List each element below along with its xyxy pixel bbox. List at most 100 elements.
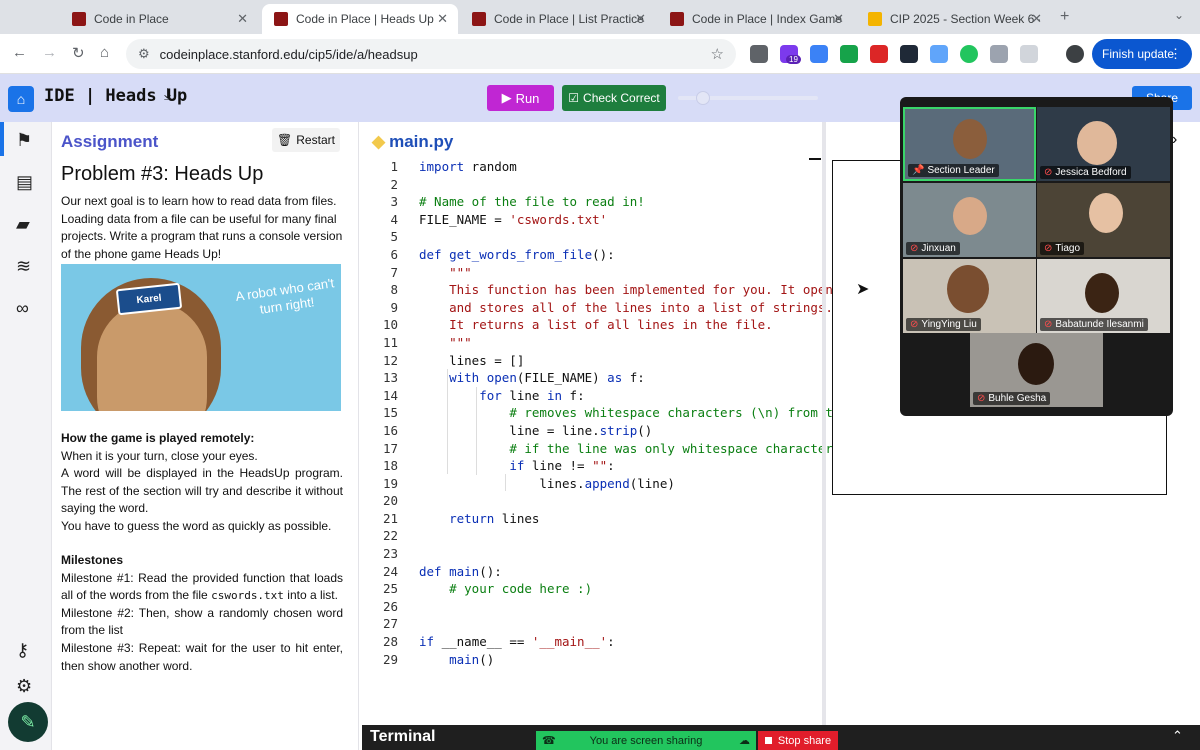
line-number: 22 — [382, 528, 398, 544]
code-line[interactable]: 16 line = line.strip() — [360, 423, 822, 441]
code-line[interactable]: 5 — [360, 229, 822, 247]
glasses-icon[interactable]: ∞ — [16, 298, 29, 319]
code-line[interactable]: 22 — [360, 528, 822, 546]
chevron-down-icon[interactable]: ⌄ — [1174, 8, 1184, 22]
edit-fab-button[interactable]: ✎ — [8, 702, 48, 742]
code-text: It returns a list of all lines in the fi… — [449, 317, 773, 333]
code-line[interactable]: 24 def main(): — [360, 564, 822, 582]
code-line[interactable]: 29 main() — [360, 652, 822, 670]
code-line[interactable]: 11 """ — [360, 335, 822, 353]
new-tab-icon[interactable]: + — [1060, 8, 1069, 26]
code-line[interactable]: 19 lines.append(line) — [360, 476, 822, 494]
extension-icon[interactable] — [870, 45, 888, 63]
back-arrow-icon[interactable]: ← — [12, 44, 27, 61]
add-extension-icon[interactable] — [960, 45, 978, 63]
meeting-video-panel[interactable]: 📌 Section Leader ⊘ Jessica Bedford ⊘ Jinxua… — [900, 97, 1173, 416]
line-number: 26 — [382, 598, 398, 614]
close-icon[interactable]: ✕ — [1031, 11, 1042, 27]
code-line[interactable]: 1 import random — [360, 159, 822, 177]
code-line[interactable]: 26 — [360, 599, 822, 617]
restart-button[interactable]: 🗑 Restart — [272, 128, 340, 152]
pencil-icon: ✎ — [20, 711, 36, 732]
code-editor[interactable]: ◆ main.py 1 import random 2 3 # Name of the f… — [360, 122, 856, 725]
close-icon[interactable]: ✕ — [437, 11, 448, 27]
participant-tile[interactable]: ⊘ Babatunde Ilesanmi — [1037, 259, 1170, 333]
address-bar[interactable]: ⚙ codeinplace.stanford.edu/cip5/ide/a/he… — [126, 39, 736, 69]
close-icon[interactable]: ✕ — [635, 11, 646, 27]
extension-icon[interactable] — [930, 45, 948, 63]
extension-icon[interactable] — [840, 45, 858, 63]
code-line[interactable]: 8 This function has been implemented for… — [360, 282, 855, 300]
code-line[interactable]: 14 for line in f: — [360, 388, 822, 406]
media-icon[interactable] — [990, 45, 1008, 63]
howto-section: How the game is played remotely: When it… — [61, 430, 343, 536]
code-line[interactable]: 25 # your code here :) — [360, 581, 822, 599]
participant-tile[interactable]: ⊘ Jinxuan — [903, 183, 1036, 257]
code-lines[interactable]: 1 import random 2 3 # Name of the file to re… — [360, 159, 856, 670]
browser-tab[interactable]: Code in Place ✕ — [60, 4, 258, 34]
site-settings-icon[interactable]: ⚙ — [138, 46, 150, 62]
code-line[interactable]: 23 — [360, 546, 822, 564]
python-icon[interactable]: ≋ — [16, 256, 31, 277]
code-line[interactable]: 28 if __name__ == '__main__': — [360, 634, 822, 652]
close-icon[interactable]: ✕ — [833, 11, 844, 27]
code-line[interactable]: 21 return lines — [360, 511, 822, 529]
participant-tile[interactable]: 📌 Section Leader — [903, 107, 1036, 181]
code-line[interactable]: 13 with open(FILE_NAME) as f: — [360, 370, 822, 388]
code-line[interactable]: 20 — [360, 493, 822, 511]
extension-icon[interactable] — [900, 45, 918, 63]
profile-avatar[interactable] — [1066, 45, 1084, 63]
camera-extension-icon[interactable] — [750, 45, 768, 63]
extension-icon[interactable] — [810, 45, 828, 63]
browser-tab[interactable]: CIP 2025 - Section Week 6 - ✕ — [856, 4, 1052, 34]
more-vert-icon[interactable]: ⋮ — [1169, 46, 1182, 62]
stop-share-button[interactable]: Stop share — [758, 731, 838, 750]
code-line[interactable]: 27 — [360, 616, 822, 634]
code-line[interactable]: 12 lines = [] — [360, 353, 822, 371]
run-button[interactable]: ▶ Run — [487, 85, 554, 111]
code-line[interactable]: 4 FILE_NAME = 'cswords.txt' — [360, 212, 822, 230]
participant-tile[interactable]: ⊘ Jessica Bedford — [1037, 107, 1170, 181]
puzzle-extensions-icon[interactable] — [1020, 45, 1038, 63]
panel-divider[interactable] — [822, 122, 826, 750]
milestone-3: Milestone #3: Repeat: wait for the user … — [61, 640, 343, 673]
forward-arrow-icon[interactable]: → — [42, 44, 57, 61]
participant-tile[interactable]: ⊘ YingYing Liu — [903, 259, 1036, 333]
browser-tab-active[interactable]: Code in Place | Heads Up ✕ — [262, 4, 458, 34]
browser-tab[interactable]: Code in Place | Index Game ✕ — [658, 4, 854, 34]
gear-icon[interactable]: ⚙ — [16, 676, 32, 697]
code-line[interactable]: 7 """ — [360, 265, 822, 283]
code-line[interactable]: 10 It returns a list of all lines in the… — [360, 317, 822, 335]
code-line[interactable]: 3 # Name of the file to read in! — [360, 194, 822, 212]
code-line[interactable]: 17 # if the line was only whitespace cha… — [360, 441, 848, 459]
home-icon[interactable]: ⌂ — [100, 44, 109, 61]
slider-knob[interactable] — [696, 91, 710, 105]
milestone-2: Milestone #2: Then, show a randomly chos… — [61, 605, 343, 638]
code-line[interactable]: 9 and stores all of the lines into a lis… — [360, 300, 832, 318]
flag-icon[interactable]: ⚑ — [16, 130, 32, 151]
check-correct-button[interactable]: ☑ Check Correct — [562, 85, 666, 111]
participant-tile[interactable]: ⊘ Tiago — [1037, 183, 1170, 257]
code-line[interactable]: 2 — [360, 177, 822, 195]
chevron-up-icon[interactable]: ⌃ — [1172, 728, 1183, 744]
finish-update-button[interactable]: Finish update ⋮ — [1092, 39, 1192, 69]
file-name: main.py — [389, 132, 454, 151]
folder-icon[interactable]: ▰ — [16, 214, 30, 235]
bookmark-star-icon[interactable]: ☆ — [711, 45, 724, 63]
download-icon[interactable]: ⤓ — [164, 86, 171, 104]
code-line[interactable]: 15 # removes whitespace characters (\n) … — [360, 405, 848, 423]
document-icon[interactable]: ▤ — [16, 172, 33, 193]
screen-share-bar[interactable]: ☎ You are screen sharing ☁ — [536, 731, 756, 750]
close-icon[interactable]: ✕ — [237, 11, 248, 27]
reload-icon[interactable]: ↻ — [72, 44, 85, 62]
code-line[interactable]: 18 if line != "": — [360, 458, 822, 476]
browser-tab[interactable]: Code in Place | List Practice ✕ — [460, 4, 656, 34]
code-line[interactable]: 6 def get_words_from_file(): — [360, 247, 822, 265]
key-icon[interactable]: ⚷ — [16, 640, 29, 661]
code-text: # your code here :) — [449, 581, 593, 597]
speed-slider[interactable] — [678, 91, 818, 105]
participant-tile[interactable]: ⊘ Buhle Gesha — [970, 333, 1103, 407]
ide-home-button[interactable]: ⌂ — [8, 86, 34, 112]
file-tab[interactable]: ◆ main.py — [372, 132, 453, 152]
howto-line: A word will be displayed in the HeadsUp … — [61, 466, 343, 516]
